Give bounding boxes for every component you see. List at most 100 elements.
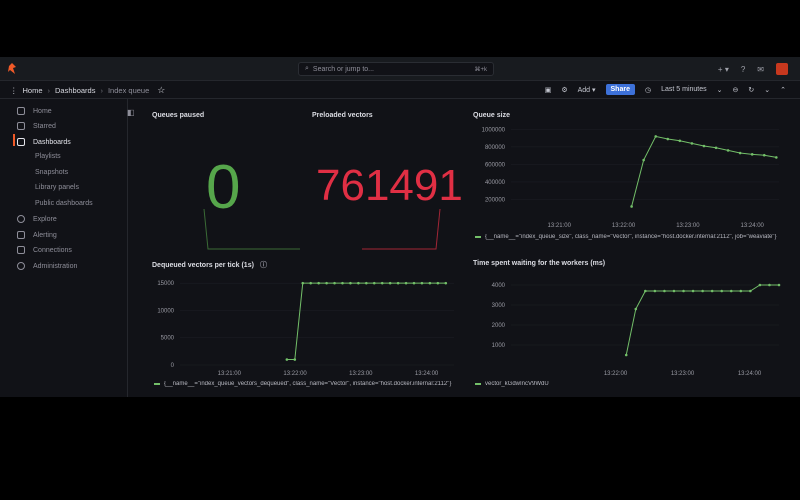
breadcrumb: ⋮ Home › Dashboards › Index queue ☆ [10,85,165,96]
y-tick-label: 5000 [161,336,175,342]
apps-icon [17,138,25,146]
y-tick-label: 10000 [157,308,174,314]
sidebar-item-label: Playlists [35,153,61,160]
x-tick-label: 13:23:00 [671,371,695,377]
favorite-star-icon[interactable]: ☆ [157,85,165,96]
zoom-out-icon[interactable]: ⊖ [733,86,739,94]
grafana-logo-icon[interactable] [7,63,17,75]
panel-queue-size[interactable]: Queue size 200000 400000 600000 800000 10000… [467,107,787,251]
data-point [444,281,448,285]
breadcrumb-separator: › [47,86,51,95]
data-point [309,281,312,285]
sidebar-item-starred[interactable]: Starred [17,122,56,130]
chart-legend[interactable]: {__name__="index_queue_size", class_name… [475,234,781,240]
sidebar-item-label: Library panels [35,184,79,191]
data-point [758,283,762,287]
series-line [286,282,446,361]
sidebar-item-snapshots[interactable]: Snapshots [35,169,68,176]
legend-label: {__name__="index_queue_vectors_dequeued"… [164,381,452,387]
chart-legend[interactable]: {__name__="index_queue_vectors_dequeued"… [154,381,458,387]
dock-menu-icon[interactable]: ◧ [127,108,135,117]
save-icon[interactable]: ▣ [545,86,552,94]
data-point [682,289,685,293]
data-point [666,137,670,141]
legend-swatch [475,383,481,385]
sidebar-item-alerting[interactable]: Alerting [17,231,57,239]
breadcrumb-dashboards[interactable]: Dashboards [55,86,95,95]
refresh-icon[interactable]: ↻ [748,86,754,94]
settings-gear-icon[interactable]: ⚙ [561,86,567,94]
refresh-interval-chevron-icon[interactable]: ⌄ [764,86,770,94]
menu-toggle-icon[interactable]: ⋮ [10,86,18,95]
sidebar-item-label: Snapshots [35,169,69,176]
data-point [642,158,645,162]
breadcrumb-home[interactable]: Home [23,86,43,95]
panel-queues-paused[interactable]: Queues paused 0 [146,107,302,251]
search-icon: ⌕ [305,65,309,72]
add-button[interactable]: Add ▾ [578,86,596,94]
sidebar-item-dashboards[interactable]: Dashboards [17,138,71,146]
help-icon[interactable]: ? [741,65,745,74]
sidebar-item-home[interactable]: Home [17,107,52,115]
data-point [634,307,638,311]
x-tick-label: 13:24:00 [738,371,762,377]
search-shortcut: ⌘+k [474,66,487,73]
data-point [630,205,633,208]
share-button[interactable]: Share [605,84,635,95]
data-point [710,289,714,293]
sidebar-item-administration[interactable]: Administration [17,262,77,270]
panel-preloaded-vectors[interactable]: Preloaded vectors 761491 [306,107,463,251]
sparkline [362,208,441,250]
y-tick-label: 400000 [485,180,506,186]
top-icons: + ▾ ? ✉ [718,63,788,75]
data-point [404,281,408,285]
search-placeholder: Search or jump to... [312,65,375,73]
data-point [678,139,682,143]
legend-swatch [154,383,160,385]
data-point [396,281,400,285]
time-range-picker[interactable]: Last 5 minutes [661,86,707,93]
y-tick-label: 15000 [157,281,174,287]
y-tick-label: 800000 [485,145,506,151]
panel-dequeued-vectors[interactable]: Dequeued vectors per tick (1s) ⓘ 0 5000 100… [146,255,505,397]
grafana-app: ⌕ Search or jump to... ⌘+k + ▾ ? ✉ ⋮ Hom… [0,57,800,397]
link-icon [17,246,25,254]
data-point [644,289,647,293]
queue-size-chart: 200000 400000 600000 800000 1000000 13:21:00 1… [482,127,779,229]
data-point [285,358,289,361]
sidebar-item-library-panels[interactable]: Library panels [35,184,79,191]
collapse-chevron-icon[interactable]: ⌃ [780,86,786,94]
data-point [762,153,766,157]
sidebar-item-playlists[interactable]: Playlists [35,153,61,160]
sidebar-item-public-dashboards[interactable]: Public dashboards [35,200,93,207]
clock-icon: ◷ [644,86,652,94]
x-tick-label: 13:22:00 [604,371,628,377]
x-tick-label: 13:22:00 [612,223,636,229]
avatar[interactable] [776,63,788,75]
sidebar-item-connections[interactable]: Connections [17,246,72,254]
data-point [750,153,754,156]
sidebar-item-label: Dashboards [33,138,71,146]
data-point [325,281,328,285]
search-input[interactable]: ⌕ Search or jump to... ⌘+k [298,62,494,76]
sidebar-item-label: Public dashboards [35,200,93,207]
sidebar: Home Starred Dashboards Playlists Snapsh… [0,99,128,397]
data-point [365,281,368,285]
data-point [436,281,440,285]
dashboard-actions: ▣ ⚙ Add ▾ Share ◷ Last 5 minutes ⌄ ⊖ ↻ ⌄… [545,84,786,95]
sidebar-item-label: Alerting [33,231,57,239]
news-icon[interactable]: ✉ [757,65,764,74]
data-point [777,283,781,287]
sidebar-item-label: Connections [33,246,72,254]
chevron-down-icon[interactable]: ⌄ [717,86,723,94]
chart-legend[interactable]: vector_kGdwIncV9WdU [475,381,781,387]
new-menu-button[interactable]: + ▾ [718,65,729,74]
data-point [372,281,376,285]
active-indicator [13,134,15,146]
sparkline [203,208,300,250]
top-bar: ⌕ Search or jump to... ⌘+k + ▾ ? ✉ [0,57,800,81]
data-point [624,353,628,357]
panel-waiting-time[interactable]: Time spent waiting for the workers (ms) … [467,255,787,397]
home-icon [17,107,25,115]
sidebar-item-explore[interactable]: Explore [17,215,57,223]
